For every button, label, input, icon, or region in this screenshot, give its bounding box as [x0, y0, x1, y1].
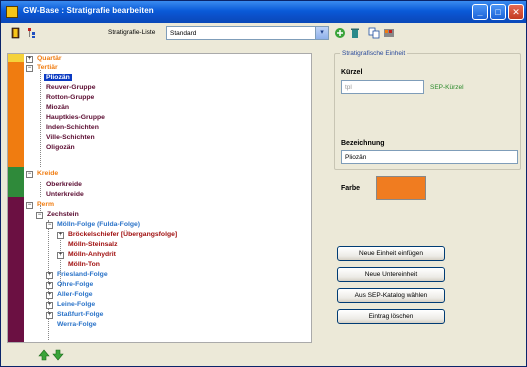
title-bar[interactable]: GW-Base : Stratigrafie bearbeiten _ □ ✕ [1, 1, 526, 23]
aus-sep-katalog-button[interactable]: Aus SEP-Katalog wählen [337, 288, 445, 303]
move-up-icon[interactable] [38, 349, 50, 361]
palette-icon[interactable] [383, 27, 395, 39]
bezeichnung-label: Bezeichnung [341, 140, 385, 147]
tree-item-brueckelschiefer[interactable]: Bröckelschiefer [Übergangsfolge] [68, 231, 177, 238]
bezeichnung-field[interactable]: Pliozän [341, 150, 518, 164]
tree-item-rotton[interactable]: Rotton-Gruppe [46, 94, 94, 101]
main-window: GW-Base : Stratigrafie bearbeiten _ □ ✕ … [0, 0, 527, 367]
color-swatch[interactable] [376, 176, 426, 200]
tree-item-zechstein[interactable]: Zechstein [47, 211, 79, 218]
maximize-button[interactable]: □ [490, 4, 506, 20]
farbe-label: Farbe [341, 185, 361, 192]
move-down-icon[interactable] [52, 349, 64, 361]
app-icon [6, 6, 18, 18]
tree-item-pliozaen[interactable]: Pliozän [44, 74, 72, 81]
eintrag-loeschen-button[interactable]: Eintrag löschen [337, 309, 445, 324]
color-strip-quartaer [8, 54, 24, 62]
collapse-kreide-icon[interactable]: − [26, 171, 33, 178]
copy-icon[interactable] [368, 27, 380, 39]
neue-einheit-button[interactable]: Neue Einheit einfügen [337, 246, 445, 261]
tree-item-oberkreide[interactable]: Oberkreide [46, 181, 82, 188]
exit-door-icon[interactable] [10, 27, 22, 39]
kuerzel-field[interactable]: tpl [341, 80, 424, 94]
tree-item-oligozaen[interactable]: Oligozän [46, 144, 75, 151]
expand-friesland-icon[interactable]: + [46, 272, 53, 279]
tree-item-moelln-steinsalz[interactable]: Mölln-Steinsalz [68, 241, 117, 248]
expand-leine-icon[interactable]: + [46, 302, 53, 309]
expand-aller-icon[interactable]: + [46, 292, 53, 299]
group-title: Stratigrafische Einheit [340, 50, 408, 57]
tree-item-leine[interactable]: Leine-Folge [57, 301, 95, 308]
expand-ohre-icon[interactable]: + [46, 282, 53, 289]
tree-item-ville[interactable]: Ville-Schichten [46, 134, 95, 141]
move-buttons [38, 349, 64, 361]
collapse-zechstein-icon[interactable]: − [36, 212, 43, 219]
tree-item-perm[interactable]: Perm [37, 201, 54, 208]
kuerzel-label: Kürzel [341, 69, 363, 76]
collapse-tertiaer-icon[interactable]: − [26, 65, 33, 72]
expand-stassfurt-icon[interactable]: + [46, 312, 53, 319]
stratigraphic-unit-group: Stratigrafische Einheit Kürzel tpl SEP-K… [334, 50, 521, 170]
toolbar: Stratigrafie-Liste Standard ▾ [1, 23, 526, 43]
tree-item-inden[interactable]: Inden-Schichten [46, 124, 99, 131]
tree-item-aller[interactable]: Aller-Folge [57, 291, 93, 298]
tree-item-werra[interactable]: Werra-Folge [57, 321, 97, 328]
window-title: GW-Base : Stratigrafie bearbeiten [23, 6, 154, 15]
tree-item-ohre[interactable]: Ohre-Folge [57, 281, 93, 288]
tree-item-kreide[interactable]: Kreide [37, 170, 58, 177]
stratigraphy-tree: + Quartär − Tertiär Pliozän Reuver-Grupp… [24, 54, 312, 342]
tree-item-hauptkies[interactable]: Hauptkies-Gruppe [46, 114, 105, 121]
tree-item-moelln-folge[interactable]: Mölln-Folge (Fulda-Folge) [57, 221, 140, 228]
minimize-button[interactable]: _ [472, 4, 488, 20]
tree-item-miozaen[interactable]: Miozän [46, 104, 69, 111]
expand-quartaer-icon[interactable]: + [26, 56, 33, 63]
tree-item-unterkreide[interactable]: Unterkreide [46, 191, 84, 198]
stratigraphy-tree-panel[interactable]: + Quartär − Tertiär Pliozän Reuver-Grupp… [7, 53, 312, 343]
tree-item-stassfurt[interactable]: Staßfurt-Folge [57, 311, 103, 318]
sep-kuerzel-label: SEP-Kürzel [430, 84, 464, 91]
delete-icon[interactable] [349, 27, 361, 39]
color-strip-kreide [8, 167, 24, 197]
collapse-perm-icon[interactable]: − [26, 202, 33, 209]
stratigrafie-liste-label: Stratigrafie-Liste [108, 29, 156, 36]
tree-item-moelln-anhydrit[interactable]: Mölln-Anhydrit [68, 251, 116, 258]
expand-moelln-anhydrit-icon[interactable]: + [57, 252, 64, 259]
tree-item-quartaer[interactable]: Quartär [37, 55, 62, 62]
stratigrafie-liste-value: Standard [170, 30, 197, 37]
tree-item-friesland[interactable]: Friesland-Folge [57, 271, 108, 278]
chevron-down-icon[interactable]: ▾ [315, 27, 328, 39]
add-green-icon[interactable] [334, 27, 346, 39]
tree-item-reuver[interactable]: Reuver-Gruppe [46, 84, 95, 91]
tree-item-moelln-ton[interactable]: Mölln-Ton [68, 261, 100, 268]
color-strip-perm [8, 197, 24, 342]
expand-brueckelschiefer-icon[interactable]: + [57, 232, 64, 239]
color-strip-tertiaer [8, 62, 24, 167]
neue-untereinheit-button[interactable]: Neue Untereinheit [337, 267, 445, 282]
stratigrafie-liste-select[interactable]: Standard ▾ [166, 26, 329, 40]
close-button[interactable]: ✕ [508, 4, 524, 20]
tree-item-tertiaer[interactable]: Tertiär [37, 64, 58, 71]
collapse-moelln-folge-icon[interactable]: − [46, 222, 53, 229]
tree-options-icon[interactable] [27, 27, 39, 39]
